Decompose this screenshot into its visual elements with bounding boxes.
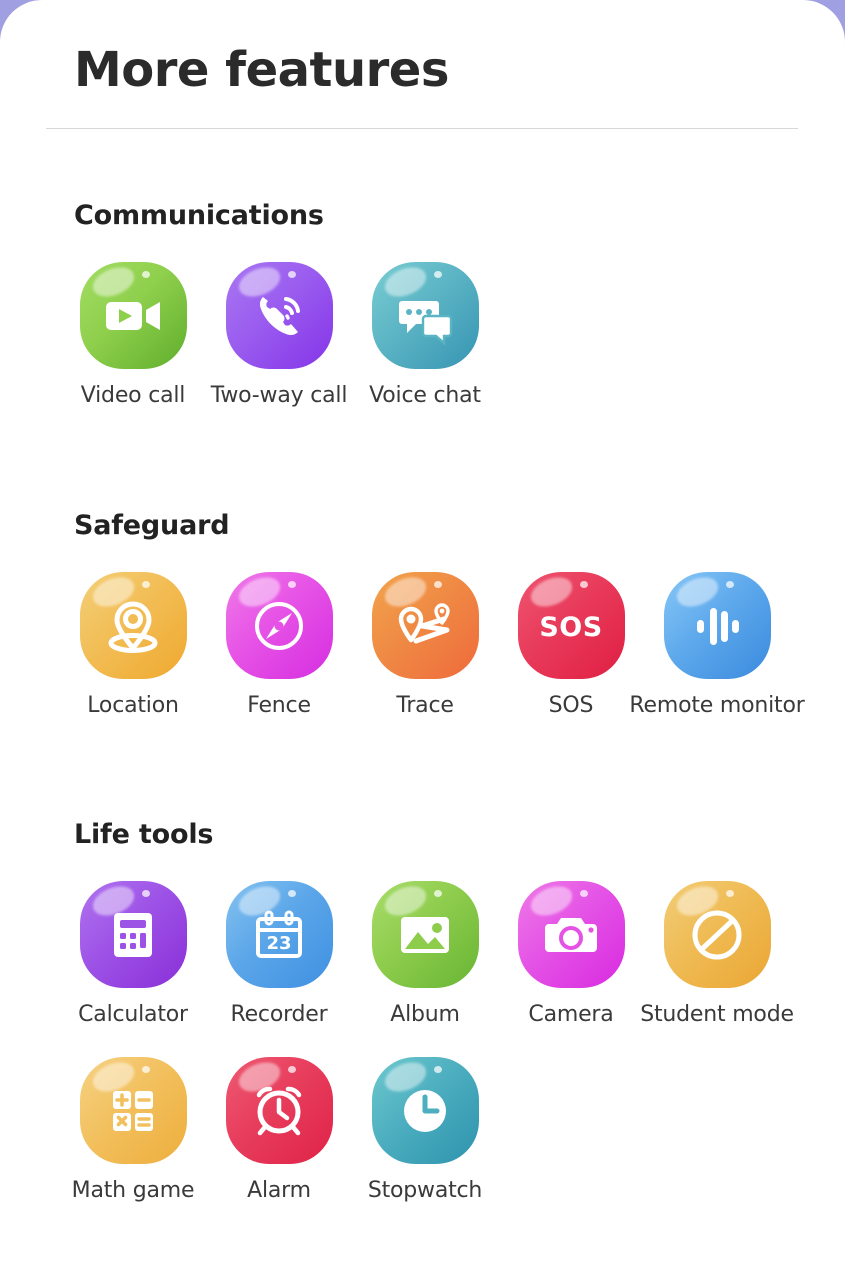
app-label: Album	[390, 1002, 460, 1027]
app-remote-monitor[interactable]: Remote monitor	[629, 572, 805, 718]
app-label: Student mode	[640, 1002, 794, 1027]
app-label: Stopwatch	[367, 1178, 483, 1203]
alarm-clock-icon[interactable]	[225, 1057, 333, 1164]
clock-icon[interactable]	[371, 1057, 479, 1164]
sos-glyph-text: SOS	[539, 612, 602, 643]
app-stopwatch[interactable]: Stopwatch	[352, 1057, 498, 1203]
app-label: Remote monitor	[629, 693, 805, 718]
app-label: Alarm	[247, 1178, 311, 1203]
route-trace-icon[interactable]	[371, 572, 479, 679]
calculator-icon[interactable]	[79, 881, 187, 988]
section-title-safeguard: Safeguard	[74, 510, 230, 541]
app-album[interactable]: Album	[352, 881, 498, 1027]
app-label: Camera	[528, 1002, 614, 1027]
calendar-day-text: 23	[266, 933, 291, 954]
app-label: Voice chat	[369, 383, 481, 408]
no-entry-icon[interactable]	[663, 881, 771, 988]
app-label: Video call	[80, 383, 186, 408]
calendar-23-icon[interactable]: 23	[225, 881, 333, 988]
sos-icon[interactable]: SOS	[517, 572, 625, 679]
app-two-way-call[interactable]: Two-way call	[206, 262, 352, 408]
app-grid-safeguard: Location Fence Trace SOS SOS Remote moni…	[60, 572, 845, 748]
app-voice-chat[interactable]: Voice chat	[352, 262, 498, 408]
math-operators-icon[interactable]	[79, 1057, 187, 1164]
app-label: Fence	[247, 693, 311, 718]
more-features-sheet: More features Communications Video call	[0, 0, 845, 1280]
app-location[interactable]: Location	[60, 572, 206, 718]
app-grid-life-tools: Calculator 23 Recorder Album Camera Stud…	[60, 881, 845, 1233]
phone-call-icon[interactable]	[225, 262, 333, 369]
app-grid-communications: Video call Two-way call Voice chat	[60, 262, 845, 438]
video-camera-icon[interactable]	[79, 262, 187, 369]
app-label: Math game	[71, 1178, 195, 1203]
section-title-life-tools: Life tools	[74, 819, 214, 850]
camera-icon[interactable]	[517, 881, 625, 988]
app-video-call[interactable]: Video call	[60, 262, 206, 408]
chat-bubbles-icon[interactable]	[371, 262, 479, 369]
app-math-game[interactable]: Math game	[60, 1057, 206, 1203]
app-fence[interactable]: Fence	[206, 572, 352, 718]
app-recorder[interactable]: 23 Recorder	[206, 881, 352, 1027]
page-title: More features	[74, 42, 449, 98]
app-alarm[interactable]: Alarm	[206, 1057, 352, 1203]
photo-image-icon[interactable]	[371, 881, 479, 988]
app-camera[interactable]: Camera	[498, 881, 644, 1027]
waveform-icon[interactable]	[663, 572, 771, 679]
app-student-mode[interactable]: Student mode	[640, 881, 794, 1027]
app-label: Recorder	[230, 1002, 328, 1027]
app-label: Location	[87, 693, 179, 718]
app-label: Calculator	[78, 1002, 188, 1027]
map-pin-icon[interactable]	[79, 572, 187, 679]
app-trace[interactable]: Trace	[352, 572, 498, 718]
app-label: Two-way call	[210, 383, 348, 408]
app-label: SOS	[548, 693, 594, 718]
header-divider	[46, 128, 798, 129]
app-label: Trace	[396, 693, 454, 718]
compass-icon[interactable]	[225, 572, 333, 679]
app-sos[interactable]: SOS SOS	[498, 572, 644, 718]
section-title-communications: Communications	[74, 200, 324, 231]
app-calculator[interactable]: Calculator	[60, 881, 206, 1027]
